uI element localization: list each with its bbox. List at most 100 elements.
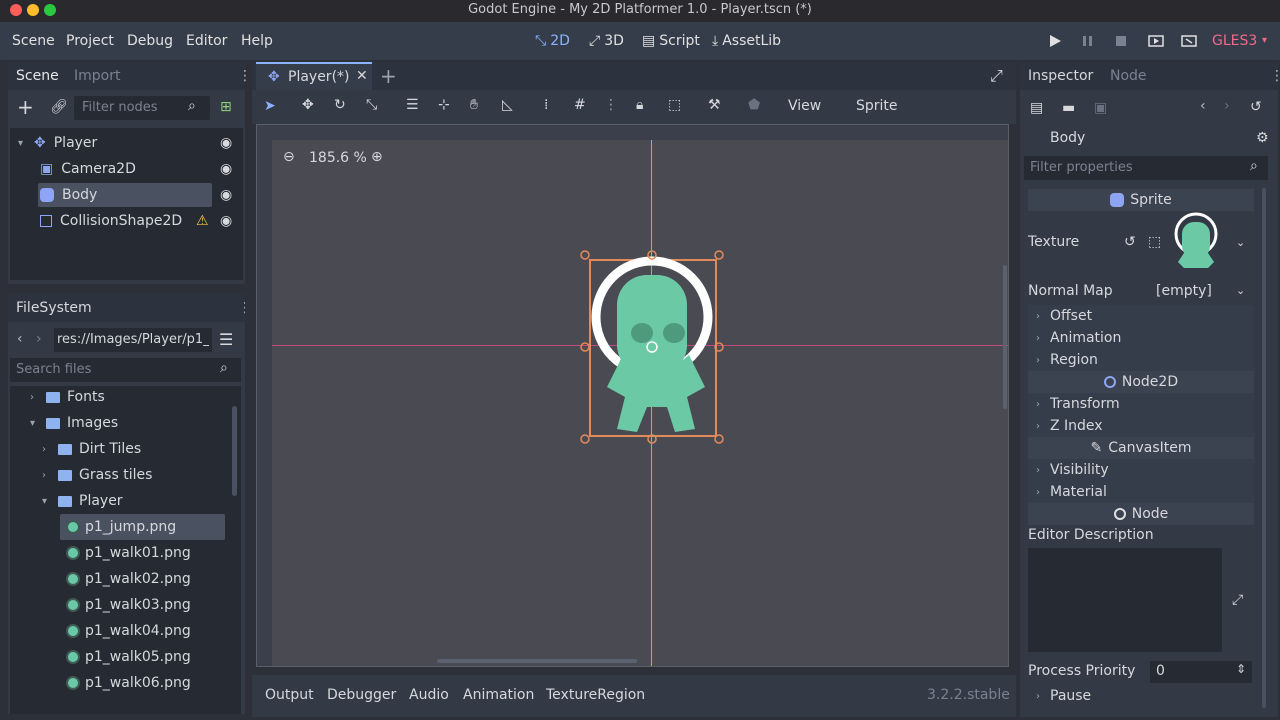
chevron-right-icon[interactable]: › bbox=[42, 444, 54, 455]
tab-scene[interactable]: Scene bbox=[16, 68, 59, 84]
close-window-icon[interactable] bbox=[10, 4, 22, 16]
tree-row-player[interactable]: ▾ ✥ Player ◉ bbox=[10, 130, 243, 156]
fs-folder-fonts[interactable]: › Fonts bbox=[10, 384, 230, 410]
tab-import[interactable]: Import bbox=[74, 68, 120, 84]
play-scene-icon[interactable] bbox=[1148, 34, 1164, 48]
scale-tool-icon[interactable]: ⤡ bbox=[366, 97, 377, 113]
pause-icon[interactable] bbox=[1081, 34, 1095, 48]
snap-options-icon[interactable]: ⋮ bbox=[604, 97, 618, 113]
chevron-down-icon[interactable]: ▾ bbox=[42, 496, 54, 507]
tab-inspector[interactable]: Inspector bbox=[1028, 68, 1093, 84]
add-node-icon[interactable]: + bbox=[17, 97, 34, 117]
group-visibility[interactable]: › Visibility bbox=[1028, 459, 1254, 481]
view-menu[interactable]: View bbox=[788, 98, 821, 114]
fs-folder-images[interactable]: ▾ Images bbox=[10, 410, 230, 436]
menu-help[interactable]: Help bbox=[241, 33, 273, 49]
inspected-object-name[interactable]: Body bbox=[1050, 130, 1085, 146]
tree-row-camera2d[interactable]: ▣ Camera2D ◉ bbox=[10, 156, 243, 182]
visibility-eye-icon[interactable]: ◉ bbox=[220, 135, 232, 151]
filter-properties-input[interactable]: Filter properties ⌕ bbox=[1024, 156, 1268, 180]
fs-file-selected[interactable]: p1_jump.png bbox=[60, 514, 225, 540]
process-priority-spinbox[interactable]: 0 ⇕ bbox=[1150, 661, 1252, 683]
group-region[interactable]: › Region bbox=[1028, 349, 1254, 371]
fs-file[interactable]: p1_walk01.png bbox=[60, 540, 225, 566]
chevron-down-icon[interactable]: ▾ bbox=[30, 418, 42, 429]
grid-snap-icon[interactable]: # bbox=[574, 97, 586, 113]
camera-override-icon[interactable]: ⬟ bbox=[748, 97, 760, 113]
forward-arrow-icon[interactable]: › bbox=[36, 331, 42, 347]
editor-description-text[interactable] bbox=[1028, 548, 1222, 652]
tab-output[interactable]: Output bbox=[265, 687, 314, 703]
tab-animation[interactable]: Animation bbox=[463, 687, 534, 703]
fs-file[interactable]: p1_walk06.png bbox=[60, 670, 225, 696]
dock-menu-icon[interactable]: ⋮ bbox=[1270, 68, 1278, 84]
maximize-window-icon[interactable] bbox=[44, 4, 56, 16]
menu-scene[interactable]: Scene bbox=[12, 33, 55, 49]
filter-nodes-input[interactable]: Filter nodes ⌕ bbox=[74, 96, 210, 120]
ruler-tool-icon[interactable]: ◺ bbox=[502, 97, 513, 113]
viewport-vscrollbar[interactable] bbox=[1003, 265, 1007, 409]
instance-scene-icon[interactable]: ⊞ bbox=[220, 99, 232, 115]
section-sprite[interactable]: Sprite bbox=[1028, 189, 1254, 211]
spinner-arrows-icon[interactable]: ⇕ bbox=[1236, 662, 1246, 676]
select-tool-icon[interactable]: ➤ bbox=[264, 98, 276, 114]
object-properties-icon[interactable]: ⚙ bbox=[1256, 130, 1269, 146]
distraction-free-icon[interactable]: ⤢ bbox=[990, 66, 1003, 86]
canvas-viewport[interactable]: ⊖ 185.6 % ⊕ bbox=[256, 124, 1009, 667]
texture-edit-icon[interactable]: ⬚ bbox=[1148, 234, 1161, 250]
lock-icon[interactable]: 🔒︎ bbox=[636, 97, 643, 113]
viewport-hscrollbar[interactable] bbox=[437, 659, 637, 663]
play-icon[interactable] bbox=[1048, 34, 1062, 48]
section-node[interactable]: Node bbox=[1028, 503, 1254, 525]
tree-row-body[interactable]: Body ◉ bbox=[10, 182, 243, 208]
chevron-right-icon[interactable]: › bbox=[42, 470, 54, 481]
normal-map-value[interactable]: [empty] bbox=[1156, 283, 1212, 299]
group-icon[interactable]: ⬚ bbox=[668, 97, 681, 113]
group-z-index[interactable]: › Z Index bbox=[1028, 415, 1254, 437]
menu-project[interactable]: Project bbox=[66, 33, 114, 49]
rotate-tool-icon[interactable]: ↻ bbox=[334, 97, 346, 113]
save-icon[interactable]: ▣ bbox=[1094, 100, 1107, 116]
fs-file[interactable]: p1_walk04.png bbox=[60, 618, 225, 644]
group-pause[interactable]: › Pause bbox=[1028, 685, 1254, 707]
fs-file[interactable]: p1_walk02.png bbox=[60, 566, 225, 592]
path-field[interactable]: res://Images/Player/p1_j bbox=[54, 328, 212, 352]
visibility-eye-icon[interactable]: ◉ bbox=[220, 161, 232, 177]
tab-debugger[interactable]: Debugger bbox=[327, 687, 396, 703]
chevron-down-icon[interactable]: ⌄ bbox=[1236, 284, 1245, 297]
workspace-assetlib-button[interactable]: ⤓ AssetLib bbox=[712, 33, 781, 49]
list-select-icon[interactable]: ☰ bbox=[406, 97, 419, 113]
expand-icon[interactable]: ⤢ bbox=[1232, 592, 1243, 608]
section-canvasitem[interactable]: ✎ CanvasItem bbox=[1028, 437, 1254, 459]
back-arrow-icon[interactable]: ‹ bbox=[17, 331, 23, 347]
tab-textureregion[interactable]: TextureRegion bbox=[546, 687, 645, 703]
inspector-scrollbar[interactable] bbox=[1262, 188, 1266, 708]
open-folder-icon[interactable]: ▬ bbox=[1062, 100, 1075, 116]
fs-folder-grass-tiles[interactable]: › Grass tiles bbox=[10, 462, 230, 488]
new-resource-icon[interactable]: ▤ bbox=[1030, 100, 1043, 116]
renderer-label[interactable]: GLES3 bbox=[1212, 33, 1257, 49]
history-icon[interactable]: ↺ bbox=[1250, 99, 1262, 115]
back-arrow-icon[interactable]: ‹ bbox=[1200, 98, 1206, 114]
close-icon[interactable]: ✕ bbox=[356, 68, 368, 84]
fs-folder-player[interactable]: ▾ Player bbox=[10, 488, 230, 514]
workspace-script-button[interactable]: ▤ Script bbox=[642, 33, 700, 49]
tab-player-scene[interactable]: ✥ Player(*) ✕ bbox=[256, 62, 372, 90]
zoom-level[interactable]: 185.6 % bbox=[309, 150, 367, 166]
chevron-down-icon[interactable]: ⌄ bbox=[1236, 236, 1245, 249]
chevron-down-icon[interactable]: ▾ bbox=[18, 138, 30, 149]
fs-file[interactable]: p1_walk03.png bbox=[60, 592, 225, 618]
chevron-down-icon[interactable]: ▾ bbox=[1262, 35, 1267, 46]
add-tab-icon[interactable]: + bbox=[380, 64, 397, 88]
revert-icon[interactable]: ↺ bbox=[1124, 234, 1136, 250]
dock-menu-icon[interactable]: ⋮ bbox=[238, 68, 252, 84]
pan-tool-icon[interactable]: ✋︎ bbox=[470, 97, 478, 113]
move-tool-icon[interactable]: ✥ bbox=[302, 97, 314, 113]
group-offset[interactable]: › Offset bbox=[1028, 305, 1254, 327]
workspace-3d-button[interactable]: ⤢ 3D bbox=[589, 33, 624, 49]
split-view-icon[interactable]: ☰ bbox=[219, 330, 233, 349]
search-files-input[interactable]: Search files ⌕ bbox=[10, 358, 241, 382]
stop-icon[interactable] bbox=[1114, 34, 1128, 48]
tab-audio[interactable]: Audio bbox=[409, 687, 449, 703]
player-sprite[interactable] bbox=[577, 247, 727, 447]
